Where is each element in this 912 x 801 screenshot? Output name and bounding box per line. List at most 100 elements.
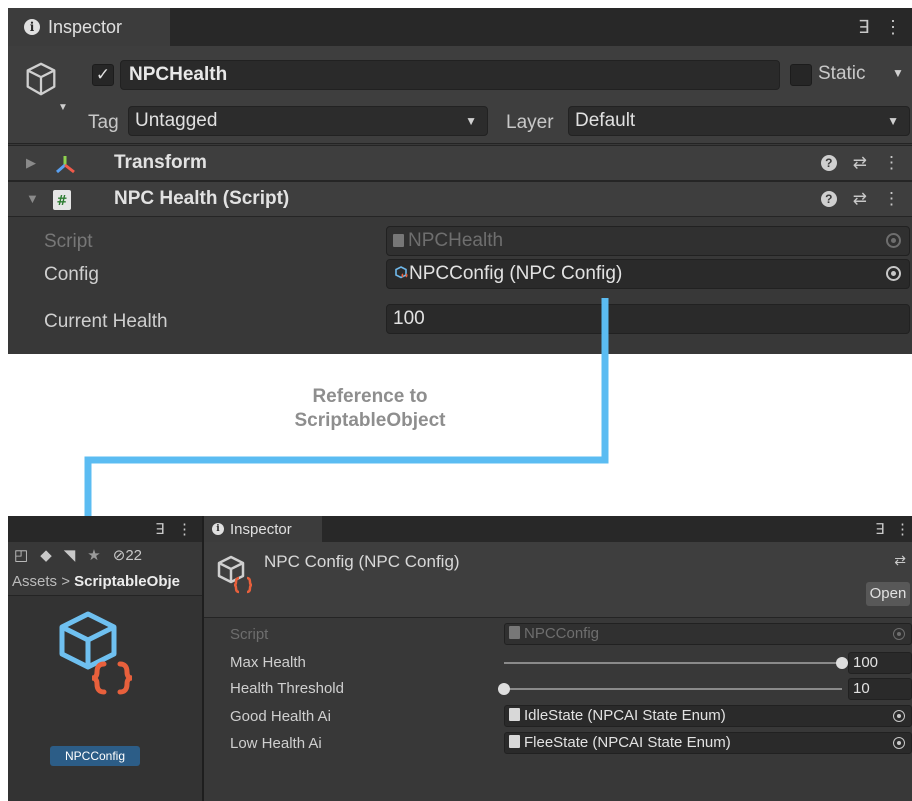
preset-sliders-icon[interactable]: ⇄: [853, 153, 867, 173]
component-controls: ? ⇄ ⋮: [820, 189, 900, 209]
info-icon: i: [24, 19, 40, 35]
threshold-input[interactable]: 10: [848, 678, 912, 700]
low-health-ai-field[interactable]: FleeState (NPCAI State Enum): [504, 732, 912, 754]
threshold-slider-thumb[interactable]: [498, 683, 510, 695]
script-property-label: Script: [44, 231, 93, 252]
good-health-ai-label: Good Health Ai: [230, 708, 331, 725]
asset-header: NPC Config (NPC Config) ⇄ Open: [204, 542, 912, 618]
current-health-input[interactable]: 100: [386, 304, 910, 334]
component-header-npc-health[interactable]: ▼ # NPC Health (Script) ? ⇄ ⋮: [8, 181, 912, 217]
tab-inspector-label: Inspector: [230, 520, 292, 538]
low-health-ai-value: FleeState (NPCAI State Enum): [524, 734, 731, 751]
top-inspector-window: i Inspector ꓱ ⋮ ▼ ✓ NPCHealth Static ▼ T…: [8, 8, 912, 354]
preset-sliders-icon[interactable]: ⇄: [894, 552, 906, 569]
annotation-line-2: ScriptableObject: [294, 410, 446, 431]
script-property-label: Script: [230, 626, 269, 643]
project-toolbar: ◰ ◆ ◥ ★ ⊘22: [8, 542, 202, 568]
foldout-expanded-icon[interactable]: ▼: [26, 191, 39, 206]
script-object-value: NPCHealth: [408, 230, 504, 251]
config-object-field[interactable]: NPCConfig (NPC Config): [386, 259, 910, 289]
chevron-down-icon: ▼: [465, 114, 477, 128]
kebab-menu-icon[interactable]: ⋮: [177, 520, 192, 538]
scriptable-object-asset-icon[interactable]: [54, 608, 140, 708]
icon-dropdown-arrow-icon[interactable]: ▼: [58, 102, 68, 113]
object-picker-icon[interactable]: [893, 710, 905, 722]
top-inspector-tabbar: i Inspector ꓱ ⋮: [8, 8, 912, 46]
threshold-slider-track[interactable]: [504, 688, 842, 690]
scriptable-object-icon: [395, 266, 408, 279]
tab-controls: ꓱ ⋮: [859, 8, 902, 46]
chevron-down-icon: ▼: [887, 114, 899, 128]
tag-value: Untagged: [135, 110, 218, 131]
gameobject-cube-icon[interactable]: [22, 60, 60, 98]
static-checkbox[interactable]: [790, 64, 812, 86]
tag-icon[interactable]: ◥: [64, 546, 76, 564]
config-object-value: NPCConfig (NPC Config): [409, 263, 623, 284]
search-by-type-icon[interactable]: ◰: [14, 546, 28, 564]
info-icon: i: [212, 523, 224, 535]
active-checkbox[interactable]: ✓: [92, 64, 114, 86]
preset-sliders-icon[interactable]: ⇄: [853, 189, 867, 209]
object-picker-icon: [893, 628, 905, 640]
bottom-inspector-window: i Inspector ꓱ ⋮ NPC Config (NPC Config) …: [202, 516, 912, 801]
static-label: Static: [818, 63, 866, 84]
max-health-input[interactable]: 100: [848, 652, 912, 674]
low-health-ai-label: Low Health Ai: [230, 735, 322, 752]
lock-icon[interactable]: ꓱ: [876, 520, 885, 538]
object-picker-icon: [886, 233, 901, 248]
kebab-menu-icon[interactable]: ⋮: [895, 520, 910, 538]
tab-controls: ꓱ ⋮: [876, 516, 910, 542]
current-health-label: Current Health: [44, 311, 168, 332]
help-icon[interactable]: ?: [820, 191, 837, 207]
annotation-line-1: Reference to: [312, 386, 428, 407]
config-property-label: Config: [44, 264, 99, 285]
max-health-slider-track[interactable]: [504, 662, 842, 664]
object-picker-icon[interactable]: [893, 737, 905, 749]
component-header-transform[interactable]: ▶ Transform ? ⇄ ⋮: [8, 145, 912, 181]
script-object-field: NPCConfig: [504, 623, 912, 645]
tab-inspector[interactable]: i Inspector: [204, 516, 322, 542]
health-threshold-label: Health Threshold: [230, 680, 344, 697]
hidden-packages-count: 22: [125, 547, 142, 564]
max-health-slider-thumb[interactable]: [836, 657, 848, 669]
favorite-star-icon[interactable]: ★: [87, 546, 100, 564]
gameobject-name-input[interactable]: NPCHealth: [120, 60, 780, 90]
lock-icon[interactable]: ꓱ: [156, 520, 165, 538]
reference-annotation: Reference to ScriptableObject: [250, 385, 490, 433]
csharp-script-icon: #: [53, 190, 71, 210]
asset-title: NPC Config (NPC Config): [264, 552, 460, 571]
tag-label: Tag: [88, 112, 119, 133]
breadcrumb-assets[interactable]: Assets: [12, 573, 57, 590]
component-title: NPC Health (Script): [114, 188, 290, 209]
layer-dropdown[interactable]: Default ▼: [568, 106, 910, 136]
kebab-menu-icon[interactable]: ⋮: [884, 17, 902, 38]
lock-icon[interactable]: ꓱ: [859, 17, 870, 38]
tag-dropdown[interactable]: Untagged ▼: [128, 106, 488, 136]
script-file-icon: [509, 708, 520, 721]
kebab-menu-icon[interactable]: ⋮: [883, 153, 900, 173]
script-file-icon: [509, 626, 520, 639]
asset-name-label[interactable]: NPCConfig: [50, 746, 140, 766]
kebab-menu-icon[interactable]: ⋮: [883, 189, 900, 209]
foldout-collapsed-icon[interactable]: ▶: [26, 155, 36, 171]
component-title: Transform: [114, 152, 207, 173]
static-dropdown-arrow-icon[interactable]: ▼: [892, 66, 904, 80]
gameobject-header: ▼ ✓ NPCHealth Static ▼ Tag Untagged ▼ La…: [8, 46, 912, 144]
search-by-label-icon[interactable]: ◆: [40, 546, 52, 564]
project-tabbar: ꓱ ⋮: [8, 516, 202, 542]
transform-axes-icon: [56, 156, 75, 174]
layer-value: Default: [575, 110, 636, 131]
tab-inspector[interactable]: i Inspector: [8, 8, 170, 46]
hidden-packages-icon[interactable]: ⊘22: [113, 546, 142, 564]
max-health-label: Max Health: [230, 654, 306, 671]
svg-text:#: #: [57, 194, 68, 209]
object-picker-icon[interactable]: [886, 266, 901, 281]
help-icon[interactable]: ?: [820, 155, 837, 171]
breadcrumb-separator: >: [61, 573, 70, 590]
breadcrumb: Assets > ScriptableObje: [8, 568, 202, 596]
open-button[interactable]: Open: [866, 582, 910, 606]
breadcrumb-scriptableobjects[interactable]: ScriptableObje: [74, 573, 180, 590]
good-health-ai-field[interactable]: IdleState (NPCAI State Enum): [504, 705, 912, 727]
scriptable-object-icon: [217, 555, 253, 594]
script-file-icon: [509, 735, 520, 748]
